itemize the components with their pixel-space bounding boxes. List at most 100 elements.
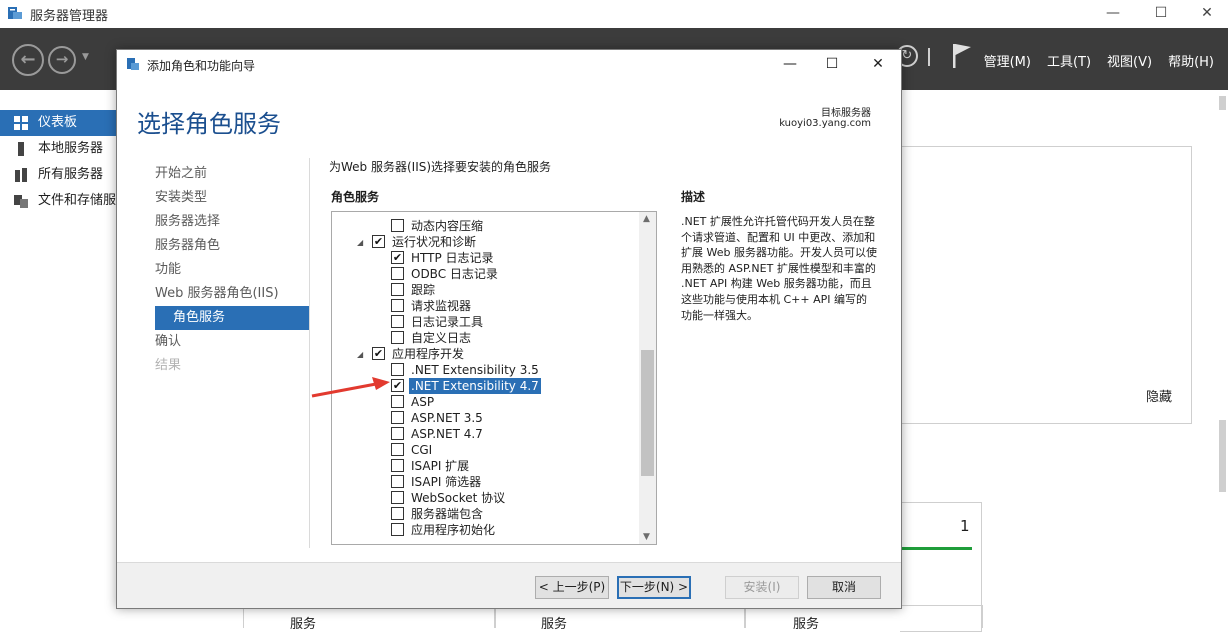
wizard-close-button[interactable]: ✕ xyxy=(861,54,895,76)
tree-checkbox[interactable] xyxy=(391,267,404,280)
scrollbar-thumb[interactable] xyxy=(1219,96,1226,110)
tree-checkbox[interactable] xyxy=(391,443,404,456)
sidebar-item-file-storage[interactable]: 文件和存储服 xyxy=(0,188,118,214)
sidebar-item-local-server[interactable]: 本地服务器 xyxy=(0,136,118,162)
menu-help[interactable]: 帮助(H) xyxy=(1168,51,1214,70)
hide-link[interactable]: 隐藏 xyxy=(1146,386,1172,405)
tile-status-bar xyxy=(900,547,972,550)
tree-item[interactable]: ODBC 日志记录 xyxy=(332,266,638,282)
tree-checkbox[interactable] xyxy=(391,523,404,536)
next-button[interactable]: 下一步(N) > xyxy=(617,576,691,599)
scrollbar-thumb[interactable] xyxy=(641,350,654,476)
scrollbar-thumb[interactable] xyxy=(1219,420,1226,492)
bottom-tile-label[interactable]: 服务 xyxy=(290,613,316,632)
expander-icon[interactable]: ◢ xyxy=(357,350,363,359)
tree-checkbox[interactable] xyxy=(391,475,404,488)
wizard-step[interactable]: 角色服务 xyxy=(155,306,309,330)
tree-item-label: 动态内容压缩 xyxy=(411,219,484,233)
server-icon xyxy=(18,142,24,156)
tree-item[interactable]: ◢ ✔ 运行状况和诊断 xyxy=(332,234,638,250)
target-server-label: 目标服务器 xyxy=(821,108,871,119)
sidebar-item-all-servers[interactable]: 所有服务器 xyxy=(0,162,118,188)
bottom-tile-label[interactable]: 服务 xyxy=(541,613,567,632)
tree-item-label: 日志记录工具 xyxy=(411,315,484,329)
maximize-button[interactable]: ☐ xyxy=(1138,2,1184,26)
tree-item[interactable]: ASP.NET 3.5 xyxy=(332,410,638,426)
tree-item[interactable]: CGI xyxy=(332,442,638,458)
wizard-step[interactable]: 确认 xyxy=(155,330,309,354)
tree-checkbox[interactable]: ✔ xyxy=(372,347,385,360)
tree-item-label: 跟踪 xyxy=(411,283,436,297)
forward-arrow-icon[interactable]: → xyxy=(48,46,76,74)
tree-item[interactable]: ASP.NET 4.7 xyxy=(332,426,638,442)
tree-checkbox[interactable]: ✔ xyxy=(391,251,404,264)
tree-item[interactable]: ISAPI 筛选器 xyxy=(332,474,638,490)
tree-item[interactable]: 请求监视器 xyxy=(332,298,638,314)
tree-checkbox[interactable] xyxy=(391,219,404,232)
menu-manage[interactable]: 管理(M) xyxy=(984,51,1031,70)
sidebar-item-dashboard[interactable]: 仪表板 xyxy=(0,110,118,136)
tree-checkbox[interactable] xyxy=(391,331,404,344)
expander-icon[interactable]: ◢ xyxy=(357,238,363,247)
wizard-step[interactable]: 服务器角色 xyxy=(155,234,309,258)
wizard-footer: < 上一步(P) 下一步(N) > 安装(I) 取消 xyxy=(117,562,901,608)
tree-item[interactable]: 应用程序初始化 xyxy=(332,522,638,538)
menu-tools[interactable]: 工具(T) xyxy=(1047,51,1091,70)
wizard-step[interactable]: 开始之前 xyxy=(155,162,309,186)
install-button[interactable]: 安装(I) xyxy=(725,576,799,599)
tree-checkbox[interactable] xyxy=(391,507,404,520)
tree-item-label: ISAPI 扩展 xyxy=(411,459,470,473)
annotation-arrow-icon xyxy=(311,377,390,398)
wizard-minimize-button[interactable]: — xyxy=(773,54,807,76)
wizard-step[interactable]: Web 服务器角色(IIS) xyxy=(155,282,309,306)
wizard-maximize-button[interactable]: ☐ xyxy=(815,54,849,76)
cancel-button[interactable]: 取消 xyxy=(807,576,881,599)
wizard-step[interactable]: 服务器选择 xyxy=(155,210,309,234)
server-manager-menu: 管理(M) 工具(T) 视图(V) 帮助(H) xyxy=(968,51,1214,70)
tree-item-label: HTTP 日志记录 xyxy=(411,251,494,265)
tree-item[interactable]: 日志记录工具 xyxy=(332,314,638,330)
minimize-button[interactable]: — xyxy=(1090,2,1136,26)
tree-item-label: WebSocket 协议 xyxy=(411,491,506,505)
tree-scrollbar[interactable]: ▲ ▼ xyxy=(639,212,656,544)
tree-item[interactable]: ◢ ✔ 应用程序开发 xyxy=(332,346,638,362)
tree-item[interactable]: 自定义日志 xyxy=(332,330,638,346)
steps-divider xyxy=(309,158,310,548)
page-title: 选择角色服务 xyxy=(137,110,281,138)
tree-checkbox[interactable] xyxy=(391,315,404,328)
previous-button[interactable]: < 上一步(P) xyxy=(535,576,609,599)
tree-item[interactable]: ✔ HTTP 日志记录 xyxy=(332,250,638,266)
tree-checkbox[interactable] xyxy=(391,283,404,296)
tree-checkbox[interactable]: ✔ xyxy=(372,235,385,248)
nav-dropdown-icon[interactable]: ▼ xyxy=(82,52,89,62)
tree-item-label: ASP.NET 4.7 xyxy=(411,427,483,441)
wizard-step[interactable]: 功能 xyxy=(155,258,309,282)
sidebar-item-label: 仪表板 xyxy=(38,115,78,130)
tree-item[interactable]: 服务器端包含 xyxy=(332,506,638,522)
tree-item-label: .NET Extensibility 4.7 xyxy=(409,378,541,394)
tree-checkbox[interactable] xyxy=(391,427,404,440)
wizard-step[interactable]: 安装类型 xyxy=(155,186,309,210)
scroll-up-icon[interactable]: ▲ xyxy=(643,214,650,224)
tree-checkbox[interactable] xyxy=(391,299,404,312)
tree-item[interactable]: WebSocket 协议 xyxy=(332,490,638,506)
tree-item-label: ASP xyxy=(411,395,435,409)
wizard-app-icon xyxy=(127,58,139,70)
tree-item[interactable]: 跟踪 xyxy=(332,282,638,298)
tree-checkbox[interactable] xyxy=(391,459,404,472)
toolbar-separator xyxy=(928,48,930,66)
instruction-text: 为Web 服务器(IIS)选择要安装的角色服务 xyxy=(329,160,552,174)
tree-checkbox[interactable] xyxy=(391,491,404,504)
tree-item-label: ISAPI 筛选器 xyxy=(411,475,482,489)
tree-checkbox[interactable] xyxy=(391,411,404,424)
wizard-steps: 开始之前 安装类型 服务器选择 服务器角色 功能 Web 服务器角色(IIS) 角色服务 确认… xyxy=(155,162,309,378)
tree-item[interactable]: ISAPI 扩展 xyxy=(332,458,638,474)
back-arrow-icon[interactable]: ← xyxy=(12,44,44,76)
bottom-tile-label[interactable]: 服务 xyxy=(793,613,819,632)
tree-item[interactable]: 动态内容压缩 xyxy=(332,218,638,234)
scroll-down-icon[interactable]: ▼ xyxy=(643,532,650,542)
close-button[interactable]: ✕ xyxy=(1184,2,1228,26)
tree-item-label: ODBC 日志记录 xyxy=(411,267,498,281)
wizard-step: 结果 xyxy=(155,358,182,373)
menu-view[interactable]: 视图(V) xyxy=(1107,51,1152,70)
